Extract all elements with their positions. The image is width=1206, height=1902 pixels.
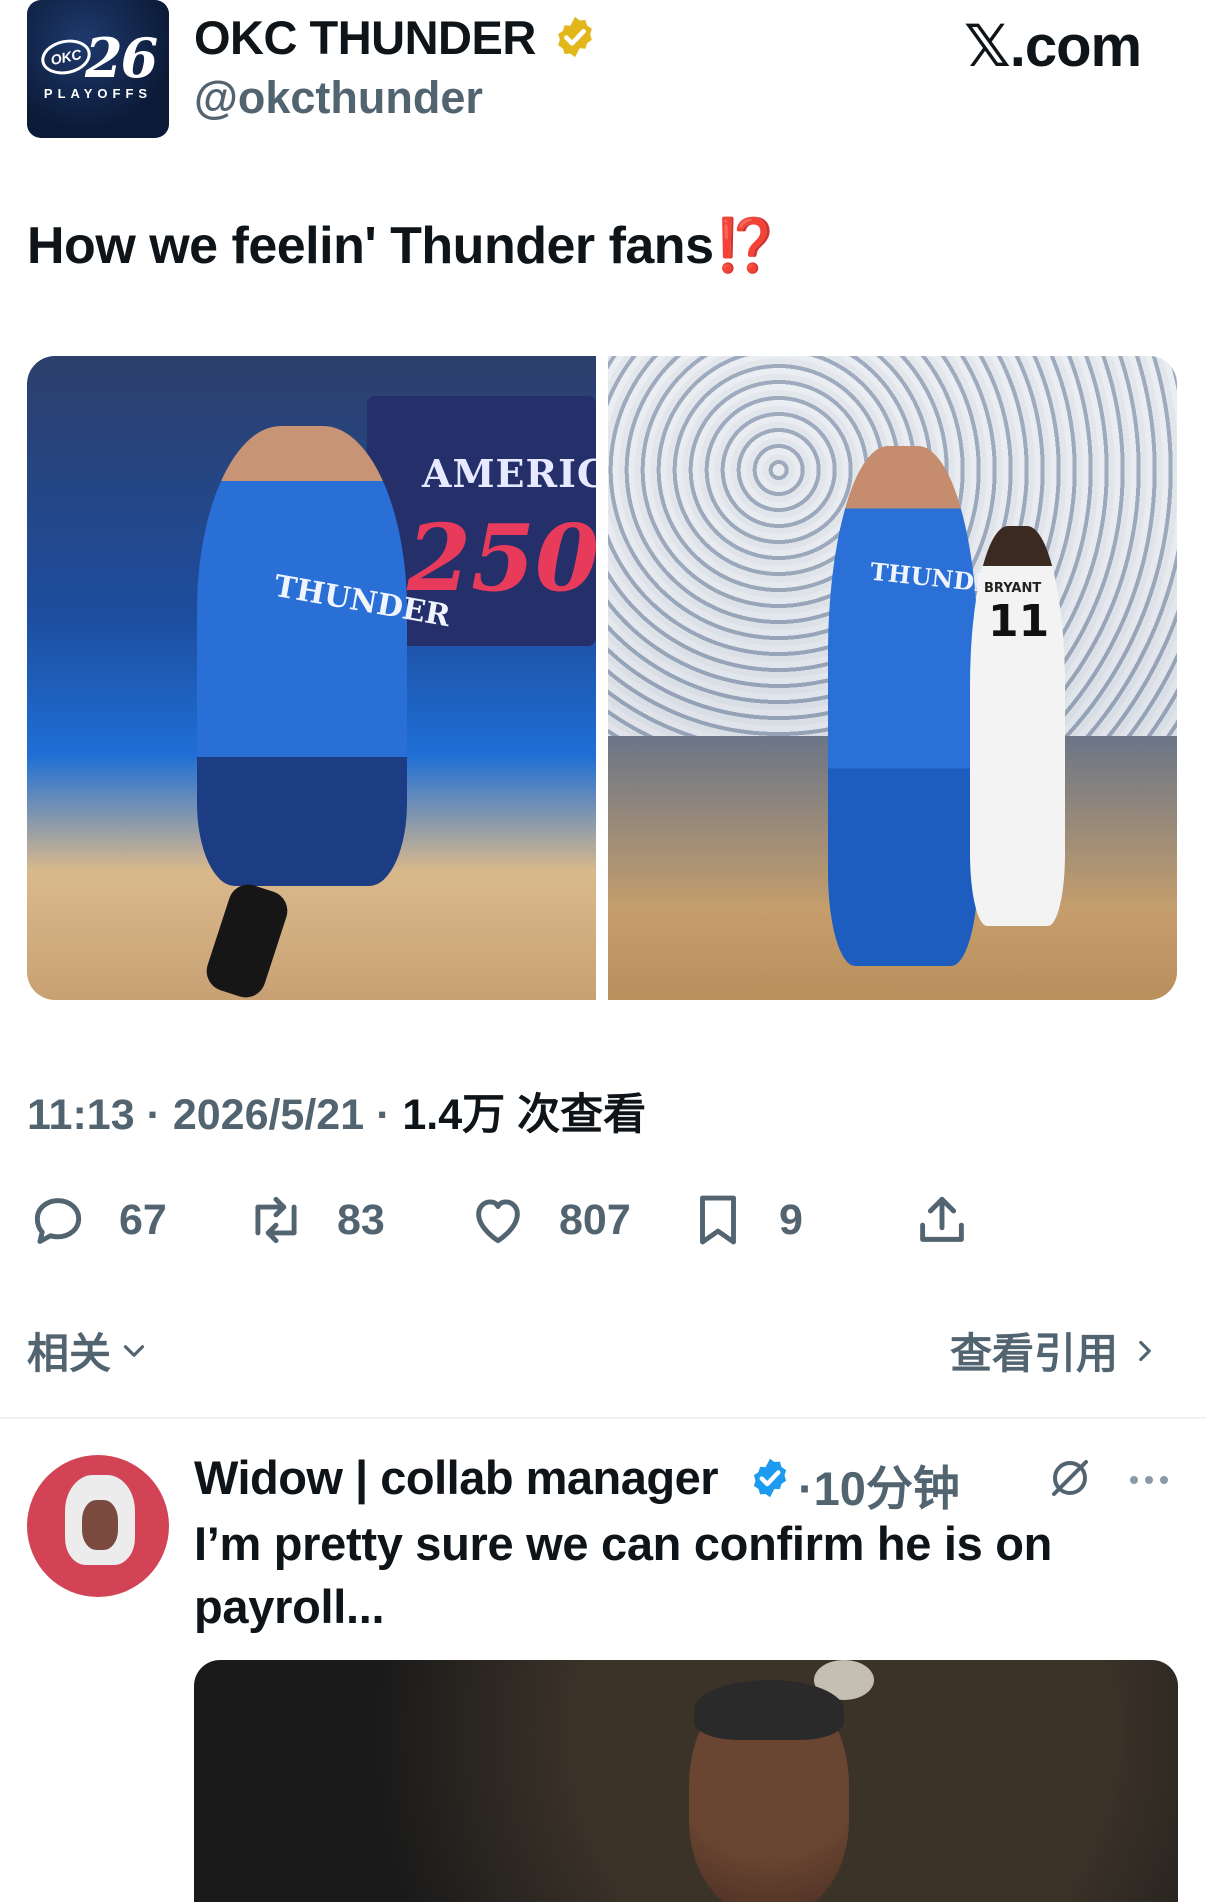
bookmark-count: 9 bbox=[779, 1195, 803, 1244]
interrobang-emoji: ⁉️ bbox=[713, 217, 779, 275]
verified-blue-badge-icon bbox=[753, 1458, 787, 1498]
reply-text: I’m pretty sure we can confirm he is on … bbox=[194, 1517, 1053, 1633]
account-name[interactable]: OKC THUNDER bbox=[194, 10, 536, 65]
reply-count: 67 bbox=[119, 1195, 167, 1244]
reply-time[interactable]: ·10分钟 bbox=[798, 1450, 960, 1519]
person-hair bbox=[694, 1680, 844, 1740]
related-toggle[interactable]: 相关 bbox=[27, 1320, 151, 1381]
bookmark-button[interactable]: 9 bbox=[687, 1180, 803, 1260]
avatar-face bbox=[82, 1500, 118, 1550]
tweet-text-body: How we feelin' Thunder fans bbox=[27, 217, 714, 275]
reply-bubble-icon bbox=[34, 1198, 82, 1244]
repost-button[interactable]: 83 bbox=[245, 1180, 385, 1260]
player-celebrating bbox=[828, 446, 978, 966]
logo-caption: PLAYOFFS bbox=[43, 86, 153, 101]
like-count: 807 bbox=[559, 1195, 631, 1244]
tweet-actions: 67 83 807 9 bbox=[27, 1180, 1177, 1260]
repost-count: 83 bbox=[337, 1195, 385, 1244]
share-icon bbox=[920, 1196, 964, 1242]
tweet-time[interactable]: 11:13 bbox=[27, 1091, 135, 1139]
reply-photo[interactable] bbox=[194, 1660, 1178, 1902]
site-watermark: 𝕏.com bbox=[964, 14, 1142, 79]
meta-separator: · bbox=[134, 1091, 173, 1139]
tweet-photo-2[interactable]: THUNDER BRYANT 11 bbox=[608, 356, 1177, 1000]
tweet-text: How we feelin' Thunder fans⁉️ bbox=[27, 215, 778, 276]
meta-separator: · bbox=[364, 1091, 403, 1139]
account-handle[interactable]: @okcthunder bbox=[194, 72, 483, 124]
tweet-photo-1[interactable]: AMERICA 250 THUNDER bbox=[27, 356, 596, 1000]
reply-button[interactable]: 67 bbox=[27, 1180, 167, 1260]
related-bar: 相关 查看引用 bbox=[0, 1300, 1206, 1400]
arena-board-text: AMERICA bbox=[422, 451, 596, 496]
view-quotes-link[interactable]: 查看引用 bbox=[950, 1320, 1162, 1381]
grok-icon[interactable] bbox=[1046, 1454, 1094, 1502]
tweet-views[interactable]: 1.4万 次查看 bbox=[402, 1091, 646, 1139]
related-label: 相关 bbox=[27, 1330, 112, 1377]
reply-author-name[interactable]: Widow | collab manager bbox=[194, 1450, 719, 1505]
repost-icon bbox=[255, 1196, 297, 1244]
tweet-media-grid: AMERICA 250 THUNDER THUNDER BRYANT 11 bbox=[27, 356, 1177, 1000]
verified-gold-badge-icon bbox=[558, 16, 592, 58]
view-quotes-label: 查看引用 bbox=[949, 1330, 1118, 1377]
like-button[interactable]: 807 bbox=[467, 1180, 631, 1260]
reply-author-avatar[interactable] bbox=[27, 1455, 169, 1597]
reply-tweet[interactable]: Widow | collab manager ·10分钟 I’m pretty … bbox=[0, 1420, 1206, 1902]
heart-icon bbox=[476, 1199, 520, 1244]
player-leg bbox=[201, 879, 293, 1000]
logo-number: 26 bbox=[85, 26, 158, 90]
tweet-header: OKC 26 PLAYOFFS OKC THUNDER @okcthunder … bbox=[0, 0, 1206, 160]
opponent-jersey-number: 11 bbox=[988, 596, 1050, 647]
share-button[interactable] bbox=[911, 1180, 973, 1260]
okc-thunder-avatar[interactable]: OKC 26 PLAYOFFS bbox=[27, 0, 169, 138]
bookmark-icon bbox=[700, 1195, 736, 1245]
chevron-down-icon bbox=[123, 1344, 145, 1357]
chevron-right-icon bbox=[1139, 1340, 1151, 1361]
opponent-jersey-name: BRYANT bbox=[984, 581, 1042, 596]
tweet-date[interactable]: 2026/5/21 bbox=[173, 1091, 364, 1139]
player-celebrating bbox=[197, 426, 407, 886]
more-dots-icon[interactable] bbox=[1124, 1460, 1174, 1500]
tweet-meta: 11:13 · 2026/5/21 · 1.4万 次查看 bbox=[27, 1080, 646, 1142]
section-divider bbox=[0, 1417, 1206, 1419]
